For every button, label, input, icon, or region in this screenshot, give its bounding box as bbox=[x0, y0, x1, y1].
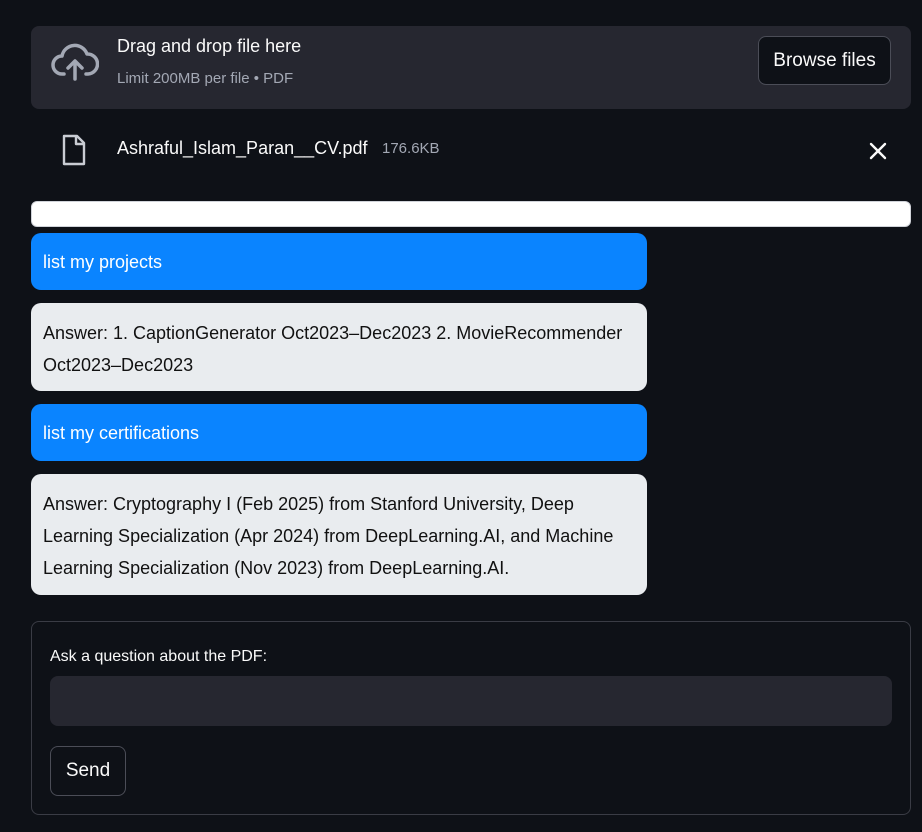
question-label: Ask a question about the PDF: bbox=[50, 648, 268, 665]
file-name: Ashraful_Islam_Paran__CV.pdf bbox=[117, 138, 368, 158]
dropzone-title: Drag and drop file here bbox=[117, 36, 302, 56]
user-message: list my projects bbox=[31, 233, 647, 290]
browse-files-button[interactable]: Browse files bbox=[758, 36, 891, 85]
upload-progress-bar bbox=[31, 201, 911, 227]
assistant-message: Answer: Cryptography I (Feb 2025) from S… bbox=[31, 474, 647, 595]
dropzone-limit-text: Limit 200MB per file • PDF bbox=[117, 70, 294, 87]
question-input[interactable] bbox=[50, 676, 892, 726]
close-icon[interactable] bbox=[864, 137, 892, 165]
user-message: list my certifications bbox=[31, 404, 647, 461]
cloud-upload-icon bbox=[51, 43, 100, 83]
file-dropzone[interactable]: Drag and drop file here Limit 200MB per … bbox=[31, 26, 911, 109]
assistant-message: Answer: 1. CaptionGenerator Oct2023–Dec2… bbox=[31, 303, 647, 391]
file-size: 176.6KB bbox=[382, 140, 440, 157]
file-icon bbox=[61, 134, 87, 166]
send-button[interactable]: Send bbox=[50, 746, 126, 796]
uploaded-file-row: Ashraful_Islam_Paran__CV.pdf 176.6KB bbox=[31, 125, 911, 175]
question-form: Ask a question about the PDF: Send bbox=[31, 621, 911, 815]
